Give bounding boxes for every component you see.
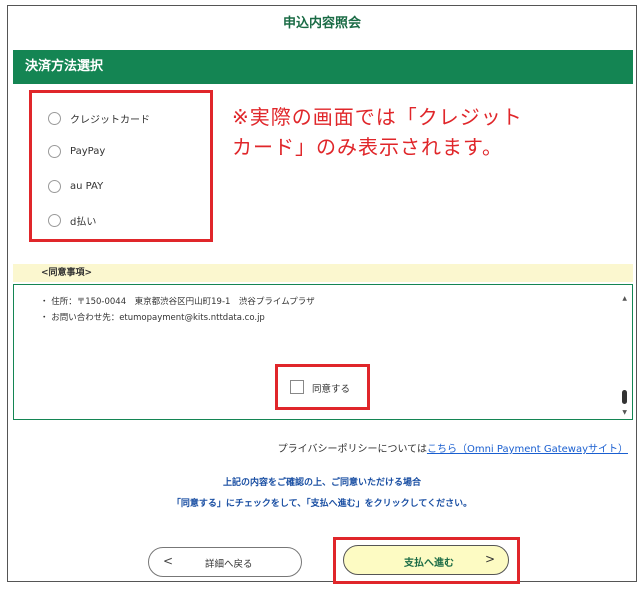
payment-option-label: d払い [70, 217, 97, 228]
instruction-line-1: 上記の内容をご確認の上、ご同意いただける場合 [222, 478, 421, 488]
radio-button-icon[interactable] [48, 145, 61, 158]
scroll-up-arrow-icon[interactable]: ▲ [622, 295, 627, 302]
privacy-policy-prefix: プライバシーポリシーについては [277, 444, 427, 455]
notice-line: カード」のみ表示されます。 [232, 135, 503, 159]
pay-button-highlight-box: 支払へ進む > [333, 537, 520, 584]
payment-option-au-pay[interactable]: au PAY [48, 180, 103, 193]
radio-button-icon[interactable] [48, 112, 61, 125]
radio-button-icon[interactable] [48, 214, 61, 227]
consent-checkbox[interactable] [290, 380, 304, 394]
payment-method-section-header: 決済方法選択 [13, 50, 633, 84]
chevron-left-icon: < [163, 554, 174, 568]
terms-contact-line: ・ お問い合わせ先：etumopayment@kits.nttdata.co.j… [40, 313, 265, 323]
payment-method-highlight-box: クレジットカード PayPay au PAY d払い [29, 90, 213, 242]
notice-line: ※実際の画面では「クレジット [232, 105, 523, 129]
payment-option-label: PayPay [70, 146, 106, 157]
credit-card-only-notice: ※実際の画面では「クレジット カード」のみ表示されます。 [232, 102, 612, 162]
back-button-label: 詳細へ戻る [205, 559, 253, 570]
consent-highlight-box: 同意する [275, 364, 370, 410]
terms-address-line: ・ 住所：〒150-0044 東京都渋谷区円山町19-1 渋谷プライムプラザ [40, 297, 315, 307]
payment-option-credit-card[interactable]: クレジットカード [48, 111, 150, 126]
back-to-details-button[interactable]: < 詳細へ戻る [148, 547, 302, 577]
chevron-right-icon: > [484, 552, 495, 566]
page-title: 申込内容照会 [282, 16, 361, 31]
instruction-line-2: 「同意する」にチェックをして、「支払へ進む」をクリックしてください。 [171, 499, 473, 509]
payment-option-d-barai[interactable]: d払い [48, 213, 96, 228]
payment-option-paypay[interactable]: PayPay [48, 145, 105, 158]
scrollbar-thumb[interactable] [622, 390, 627, 404]
privacy-policy-line: プライバシーポリシーについてはこちら（Omni Payment Gatewayサ… [278, 440, 628, 455]
payment-option-label: au PAY [70, 181, 104, 192]
proceed-to-payment-button[interactable]: 支払へ進む > [343, 545, 509, 575]
agreement-header: <同意事項> [13, 264, 633, 282]
privacy-policy-link[interactable]: こちら（Omni Payment Gatewayサイト） [427, 444, 628, 455]
payment-option-label: クレジットカード [70, 115, 150, 126]
application-frame: 申込内容照会 決済方法選択 クレジットカード PayPay au PAY d払い… [7, 5, 637, 584]
scroll-down-arrow-icon[interactable]: ▼ [622, 409, 627, 416]
pay-button-label: 支払へ進む [404, 558, 454, 569]
radio-button-icon[interactable] [48, 180, 61, 193]
consent-label: 同意する [312, 384, 351, 395]
